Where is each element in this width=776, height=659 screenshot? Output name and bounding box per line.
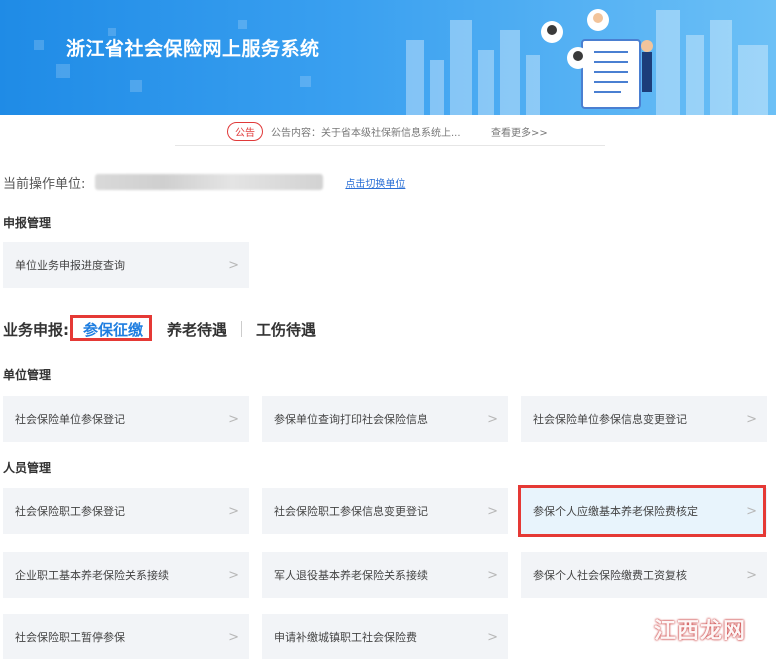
card-label: 参保个人社会保险缴费工资复核 xyxy=(533,569,687,582)
chevron-right-icon: > xyxy=(228,411,239,427)
header-banner: 浙江省社会保险网上服务系统 xyxy=(0,0,776,115)
watermark: 江西龙网 xyxy=(653,619,746,644)
card-label: 单位业务申报进度查询 xyxy=(15,259,125,272)
unit-name-redacted xyxy=(95,174,324,190)
suspend-insurance-card[interactable]: 社会保险职工暂停参保 > xyxy=(3,614,249,659)
business-tabs: 业务申报: 参保征缴 养老待遇 工伤待遇 xyxy=(3,318,316,340)
card-label: 社会保险职工参保登记 xyxy=(15,505,125,518)
notice-badge: 公告 xyxy=(227,122,263,141)
pension-transfer-card[interactable]: 企业职工基本养老保险关系接续 > xyxy=(3,552,249,598)
chevron-right-icon: > xyxy=(487,567,498,583)
chevron-right-icon: > xyxy=(228,257,239,273)
chevron-right-icon: > xyxy=(746,567,757,583)
unit-mgmt-title: 单位管理 xyxy=(3,368,52,382)
unit-info-change-card[interactable]: 社会保险单位参保信息变更登记 > xyxy=(521,396,767,442)
declaration-mgmt-title: 申报管理 xyxy=(3,216,52,230)
employee-registration-card[interactable]: 社会保险职工参保登记 > xyxy=(3,488,249,534)
card-label: 军人退役基本养老保险关系接续 xyxy=(274,569,428,582)
system-title: 浙江省社会保险网上服务系统 xyxy=(66,38,320,60)
card-label: 社会保险职工暂停参保 xyxy=(15,631,125,644)
highlight-box xyxy=(518,485,766,537)
chevron-right-icon: > xyxy=(487,503,498,519)
current-unit-label: 当前操作单位: xyxy=(3,176,86,192)
veteran-pension-transfer-card[interactable]: 军人退役基本养老保险关系接续 > xyxy=(262,552,508,598)
card-label: 社会保险单位参保信息变更登记 xyxy=(533,413,687,426)
tab-divider xyxy=(241,321,243,337)
tab-pension[interactable]: 养老待遇 xyxy=(167,319,227,340)
chevron-right-icon: > xyxy=(228,567,239,583)
notice-more-link[interactable]: 查看更多>> xyxy=(491,124,548,139)
switch-unit-link[interactable]: 点击切换单位 xyxy=(345,175,405,190)
notice-bar: 公告 公告内容：关于省本级社保新信息系统上... 查看更多>> xyxy=(175,118,605,146)
business-tabs-label: 业务申报: xyxy=(3,320,69,339)
city-illustration xyxy=(406,9,768,115)
chevron-right-icon: > xyxy=(487,629,498,645)
card-label: 参保单位查询打印社会保险信息 xyxy=(274,413,428,426)
chevron-right-icon: > xyxy=(228,629,239,645)
card-label: 申请补缴城镇职工社会保险费 xyxy=(274,631,417,644)
card-label: 企业职工基本养老保险关系接续 xyxy=(15,569,169,582)
chevron-right-icon: > xyxy=(746,411,757,427)
back-payment-card[interactable]: 申请补缴城镇职工社会保险费 > xyxy=(262,614,508,659)
chevron-right-icon: > xyxy=(487,411,498,427)
employee-info-change-card[interactable]: 社会保险职工参保信息变更登记 > xyxy=(262,488,508,534)
unit-registration-card[interactable]: 社会保险单位参保登记 > xyxy=(3,396,249,442)
person-mgmt-title: 人员管理 xyxy=(3,461,52,475)
chevron-right-icon: > xyxy=(228,503,239,519)
current-unit-row: 当前操作单位: 点击切换单位 xyxy=(3,172,405,192)
card-label: 社会保险单位参保登记 xyxy=(15,413,125,426)
card-label: 社会保险职工参保信息变更登记 xyxy=(274,505,428,518)
tab-injury[interactable]: 工伤待遇 xyxy=(256,319,316,340)
declaration-progress-card[interactable]: 单位业务申报进度查询 > xyxy=(3,242,249,288)
notice-text[interactable]: 公告内容：关于省本级社保新信息系统上... xyxy=(271,124,481,139)
highlight-box xyxy=(70,315,152,341)
wage-review-card[interactable]: 参保个人社会保险缴费工资复核 > xyxy=(521,552,767,598)
unit-query-print-card[interactable]: 参保单位查询打印社会保险信息 > xyxy=(262,396,508,442)
